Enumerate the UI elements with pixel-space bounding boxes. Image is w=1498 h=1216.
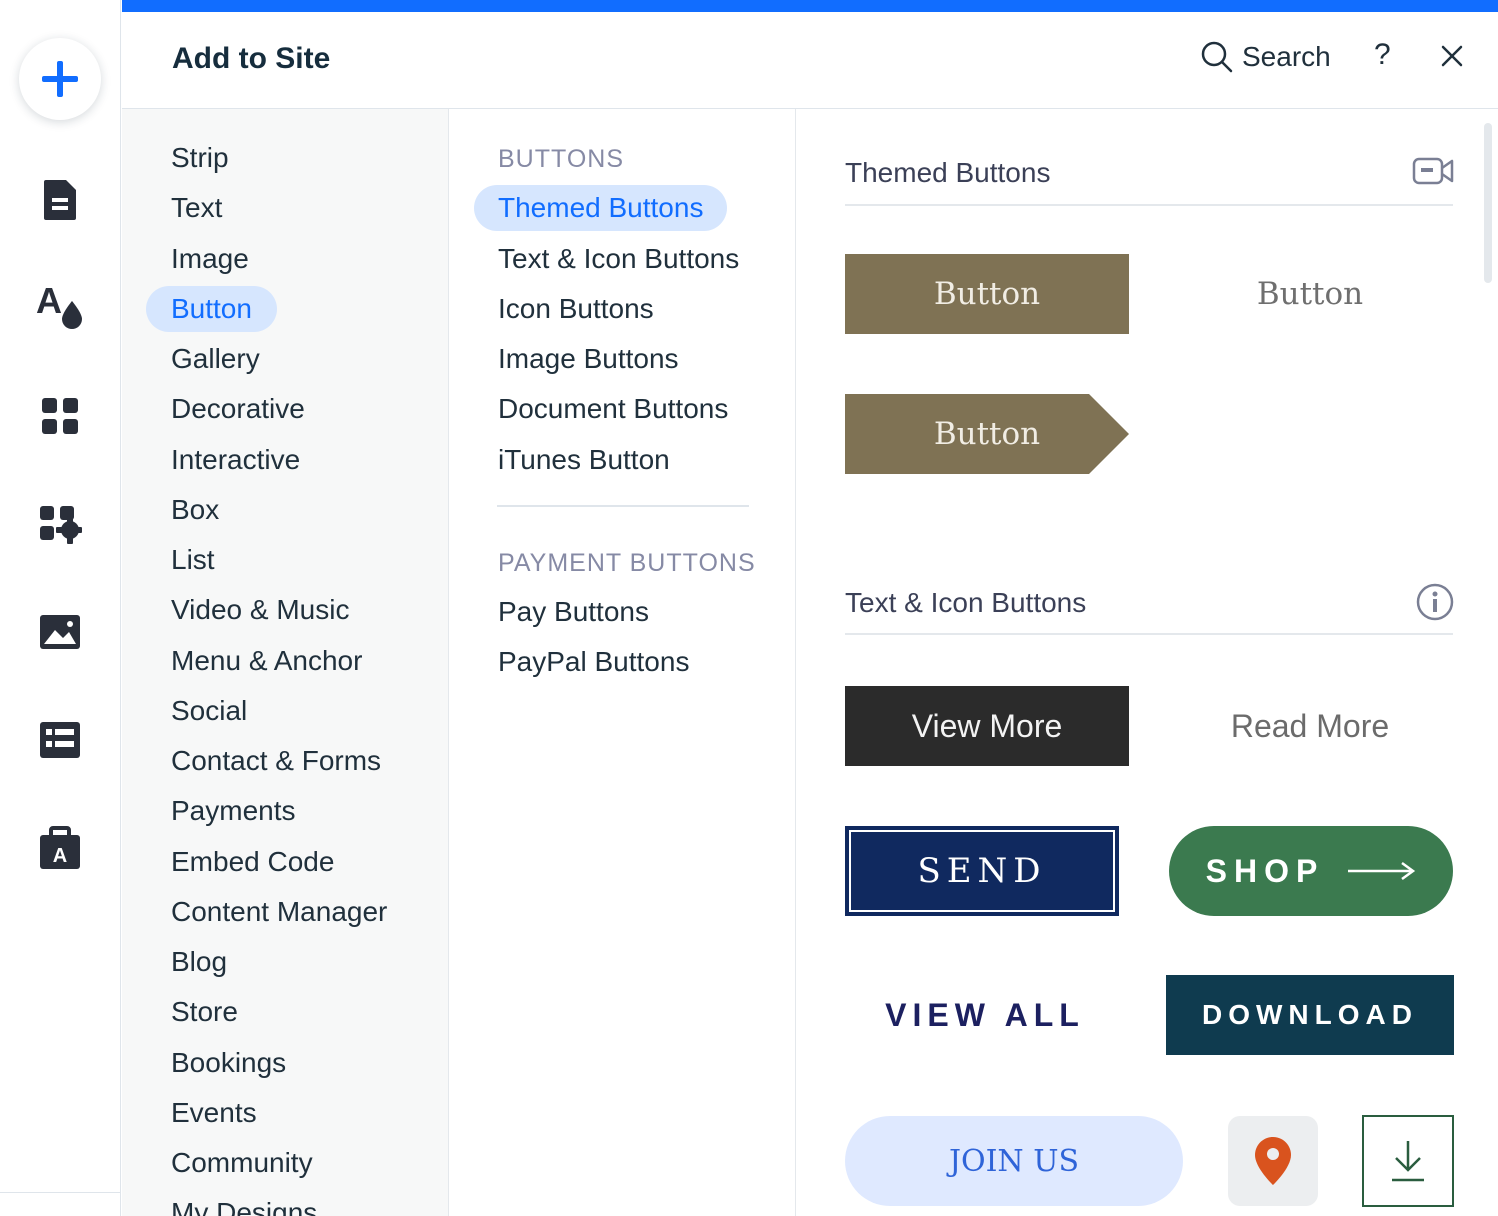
category-bookings[interactable]: Bookings (146, 1040, 311, 1086)
sub-pay-buttons[interactable]: Pay Buttons (474, 589, 673, 635)
themed-arrow-button[interactable]: Button (845, 394, 1129, 474)
download-button[interactable]: DOWNLOAD (1166, 975, 1454, 1055)
themed-filled-button[interactable]: Button (845, 254, 1129, 334)
category-embed-code[interactable]: Embed Code (146, 839, 359, 885)
category-community[interactable]: Community (146, 1140, 338, 1186)
category-decorative[interactable]: Decorative (146, 386, 330, 432)
category-store[interactable]: Store (146, 989, 263, 1035)
app-market-button[interactable] (36, 500, 84, 548)
video-tutorial-button[interactable] (1412, 155, 1454, 192)
panel-header: Add to Site Search ? (122, 12, 1498, 109)
category-image[interactable]: Image (146, 236, 274, 282)
category-text[interactable]: Text (146, 185, 247, 231)
search-icon (1201, 41, 1233, 73)
rail-divider (0, 1192, 120, 1193)
help-button[interactable]: ? (1374, 38, 1391, 72)
sub-image-buttons[interactable]: Image Buttons (474, 336, 703, 382)
apps-button[interactable] (36, 392, 84, 440)
pages-menu-button[interactable] (36, 176, 84, 224)
add-icon (42, 61, 78, 97)
close-icon (1441, 45, 1463, 67)
send-button[interactable]: SEND (845, 826, 1119, 916)
location-pin-icon (1255, 1137, 1291, 1185)
category-video-music[interactable]: Video & Music (146, 587, 374, 633)
themed-arrow-label: Button (933, 416, 1041, 452)
search-label: Search (1242, 41, 1331, 72)
text-icon-section-title: Text & Icon Buttons (845, 587, 1087, 618)
sub-document-buttons[interactable]: Document Buttons (474, 386, 752, 432)
shop-button[interactable]: SHOP (1169, 826, 1453, 916)
category-contact-forms[interactable]: Contact & Forms (146, 738, 406, 784)
add-elements-button[interactable] (19, 38, 101, 120)
category-interactive[interactable]: Interactive (146, 437, 325, 483)
category-menu-anchor[interactable]: Menu & Anchor (146, 638, 387, 684)
media-button[interactable] (36, 608, 84, 656)
payment-buttons-heading: PAYMENT BUTTONS (498, 549, 756, 577)
info-button[interactable] (1416, 583, 1454, 626)
pages-icon (44, 180, 76, 220)
themed-section-divider (845, 204, 1453, 206)
themed-buttons-section-title: Themed Buttons (845, 157, 1051, 188)
location-icon-button[interactable] (1228, 1116, 1318, 1206)
svg-text:A: A (36, 283, 62, 321)
app-market-icon (40, 506, 82, 544)
send-label: SEND (849, 830, 1115, 912)
subcategory-divider (497, 505, 749, 507)
media-icon (40, 615, 80, 649)
shop-label: SHOP (1205, 852, 1325, 889)
sub-paypal-buttons[interactable]: PayPal Buttons (474, 639, 713, 685)
category-gallery[interactable]: Gallery (146, 336, 285, 382)
read-more-button[interactable]: Read More (1168, 686, 1452, 766)
top-accent-bar (122, 0, 1498, 12)
theme-manager-button[interactable]: A (36, 282, 84, 330)
cms-button[interactable] (36, 716, 84, 764)
search-button[interactable]: Search (1200, 40, 1331, 74)
view-more-button[interactable]: View More (845, 686, 1129, 766)
category-content-manager[interactable]: Content Manager (146, 889, 412, 935)
category-list-item[interactable]: List (146, 537, 240, 583)
portfolio-icon: A (40, 826, 80, 869)
download-arrow-icon (1392, 1141, 1424, 1182)
cms-icon (40, 722, 80, 758)
subcategory-list: BUTTONS Themed Buttons Text & Icon Butto… (449, 109, 796, 1216)
category-payments[interactable]: Payments (146, 788, 321, 834)
category-social[interactable]: Social (146, 688, 272, 734)
category-blog[interactable]: Blog (146, 939, 252, 985)
themed-text-button[interactable]: Button (1168, 254, 1452, 334)
sub-text-icon-buttons[interactable]: Text & Icon Buttons (474, 236, 763, 282)
category-events[interactable]: Events (146, 1090, 282, 1136)
text-icon-section-divider (845, 633, 1453, 635)
preview-scrollbar[interactable] (1484, 123, 1492, 283)
view-all-button[interactable]: VIEW ALL (845, 975, 1125, 1055)
svg-text:A: A (53, 845, 67, 867)
category-box[interactable]: Box (146, 487, 244, 533)
download-icon-button[interactable] (1362, 1115, 1454, 1207)
video-icon (1412, 157, 1454, 185)
apps-icon (42, 398, 78, 434)
left-toolbar: A A (0, 0, 121, 1216)
portfolio-button[interactable]: A (36, 824, 84, 872)
theme-icon: A (36, 283, 82, 329)
arrow-right-icon (1348, 861, 1416, 881)
info-icon (1416, 583, 1454, 621)
buttons-heading: BUTTONS (498, 145, 624, 173)
sub-themed-buttons[interactable]: Themed Buttons (474, 185, 728, 231)
join-us-button[interactable]: JOIN US (845, 1116, 1183, 1206)
panel-title: Add to Site (172, 42, 331, 75)
category-list: Strip Text Image Button Gallery Decorati… (122, 109, 449, 1216)
sub-itunes-button[interactable]: iTunes Button (474, 437, 694, 483)
category-button[interactable]: Button (146, 286, 277, 332)
category-strip[interactable]: Strip (146, 135, 254, 181)
category-my-designs[interactable]: My Designs (146, 1190, 342, 1216)
sub-icon-buttons[interactable]: Icon Buttons (474, 286, 678, 332)
close-button[interactable] (1438, 42, 1466, 75)
preview-panel: Themed Buttons Button Button Button Text… (796, 109, 1498, 1216)
